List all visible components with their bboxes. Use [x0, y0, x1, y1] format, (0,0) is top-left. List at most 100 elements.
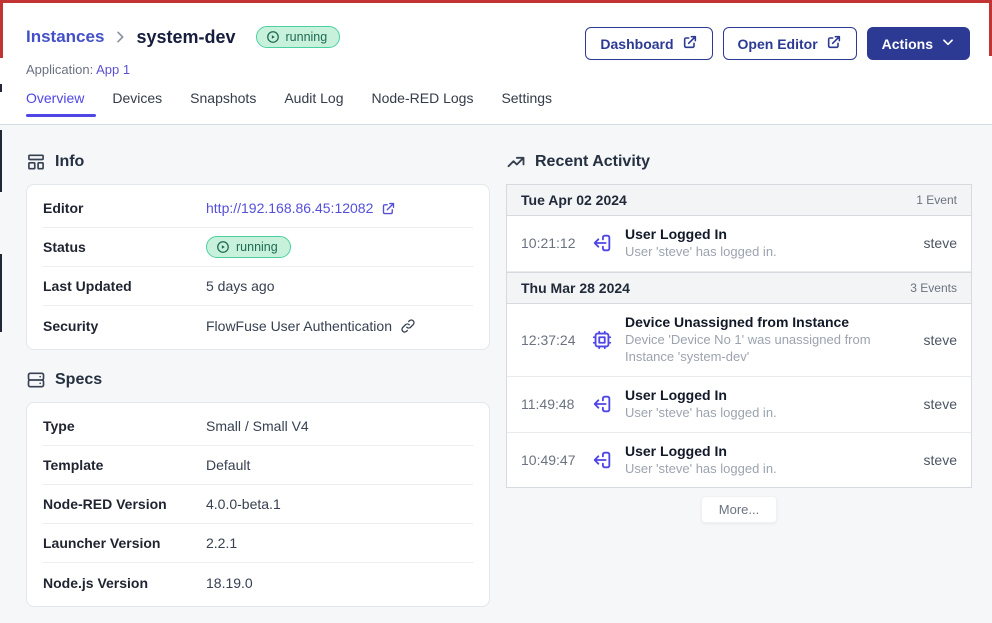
tab-devices[interactable]: Devices: [112, 90, 162, 117]
specs-row-nodejs-version: Node.js Version 18.19.0: [43, 563, 473, 602]
activity-group: Tue Apr 02 2024 1 Event 10:21:12 User Lo…: [507, 185, 971, 272]
status-badge-label: running: [236, 240, 278, 254]
activity-date-header: Tue Apr 02 2024 1 Event: [507, 185, 971, 216]
status-badge-label: running: [286, 30, 328, 44]
activity-event-count: 3 Events: [910, 281, 957, 295]
event-time: 12:37:24: [521, 332, 579, 348]
activity-event-row[interactable]: 10:21:12 User Logged In User 'steve' has…: [507, 216, 971, 272]
tab-settings[interactable]: Settings: [501, 90, 552, 117]
activity-date: Tue Apr 02 2024: [521, 192, 627, 208]
external-link-icon[interactable]: [381, 201, 396, 216]
event-title: User Logged In: [625, 226, 906, 242]
info-row-label: Editor: [43, 200, 206, 216]
activity-date: Thu Mar 28 2024: [521, 280, 630, 296]
specs-row-type: Type Small / Small V4: [43, 407, 473, 446]
recent-activity-title: Recent Activity: [535, 153, 650, 171]
info-section-title: Info: [55, 153, 84, 171]
tab-audit-log[interactable]: Audit Log: [284, 90, 343, 117]
event-user: steve: [924, 396, 957, 412]
event-title: Device Unassigned from Instance: [625, 314, 906, 330]
event-title: User Logged In: [625, 443, 906, 459]
activity-event-row[interactable]: 10:49:47 User Logged In User 'steve' has…: [507, 433, 971, 488]
play-circle-icon: [216, 240, 230, 254]
specs-row-value: Small / Small V4: [206, 418, 473, 434]
specs-row-value: 4.0.0-beta.1: [206, 496, 473, 512]
open-editor-button-label: Open Editor: [738, 36, 818, 52]
open-editor-button[interactable]: Open Editor: [723, 27, 857, 60]
screenshot-edge-artifact: [0, 130, 2, 192]
play-circle-icon: [266, 30, 280, 44]
specs-row-label: Launcher Version: [43, 535, 206, 551]
actions-button-label: Actions: [882, 36, 933, 52]
info-section-heading: Info: [26, 152, 490, 172]
actions-button[interactable]: Actions: [867, 27, 970, 60]
activity-timeline: Tue Apr 02 2024 1 Event 10:21:12 User Lo…: [506, 184, 972, 488]
chevron-down-icon: [941, 35, 955, 52]
event-description: Device 'Device No 1' was unassigned from…: [625, 332, 906, 366]
info-row-last-updated: Last Updated 5 days ago: [43, 267, 473, 306]
info-row-label: Security: [43, 318, 206, 334]
specs-row-label: Type: [43, 418, 206, 434]
specs-row-template: Template Default: [43, 446, 473, 485]
application-line: Application: App 1: [26, 62, 130, 77]
screenshot-edge-artifact: [0, 254, 2, 332]
status-badge: running: [206, 236, 291, 258]
header-buttons: Dashboard Open Editor Actions: [585, 27, 970, 60]
instance-name: system-dev: [136, 27, 235, 48]
login-icon: [591, 393, 613, 415]
page-header: Instances system-dev running Application…: [0, 0, 992, 125]
specs-row-value: 2.2.1: [206, 535, 473, 551]
application-label: Application:: [26, 62, 93, 77]
specs-section-title: Specs: [55, 371, 102, 389]
dashboard-button[interactable]: Dashboard: [585, 27, 712, 60]
info-row-security: Security FlowFuse User Authentication: [43, 306, 473, 345]
security-value: FlowFuse User Authentication: [206, 318, 392, 334]
screenshot-border-top: [0, 0, 992, 3]
dashboard-button-label: Dashboard: [600, 36, 673, 52]
last-updated-value: 5 days ago: [206, 278, 473, 294]
chain-link-icon[interactable]: [400, 318, 416, 334]
event-time: 10:49:47: [521, 452, 579, 468]
activity-date-header: Thu Mar 28 2024 3 Events: [507, 272, 971, 304]
login-icon: [591, 232, 613, 254]
external-link-icon: [682, 34, 698, 53]
editor-url-link[interactable]: http://192.168.86.45:12082: [206, 200, 373, 216]
chip-icon: [591, 329, 613, 351]
info-row-label: Last Updated: [43, 278, 206, 294]
chevron-right-icon: [112, 29, 128, 45]
event-user: steve: [924, 332, 957, 348]
activity-event-row[interactable]: 11:49:48 User Logged In User 'steve' has…: [507, 377, 971, 433]
breadcrumb: Instances system-dev running: [26, 26, 340, 48]
activity-group: Thu Mar 28 2024 3 Events 12:37:24 Device…: [507, 272, 971, 488]
template-icon: [26, 152, 46, 172]
left-column: Info Editor http://192.168.86.45:12082 S…: [26, 152, 490, 623]
info-card: Editor http://192.168.86.45:12082 Status…: [26, 184, 490, 350]
screenshot-edge-artifact: [0, 84, 2, 92]
event-user: steve: [924, 452, 957, 468]
load-more-button[interactable]: More...: [701, 496, 777, 523]
event-description: User 'steve' has logged in.: [625, 244, 906, 261]
event-time: 11:49:48: [521, 396, 579, 412]
status-badge: running: [256, 26, 341, 48]
info-row-editor: Editor http://192.168.86.45:12082: [43, 189, 473, 228]
event-user: steve: [924, 235, 957, 251]
info-row-label: Status: [43, 239, 206, 255]
event-description: User 'steve' has logged in.: [625, 405, 906, 422]
specs-row-label: Node.js Version: [43, 575, 206, 591]
activity-event-row[interactable]: 12:37:24 Device Unassigned from Instance…: [507, 304, 971, 377]
server-icon: [26, 370, 46, 390]
tab-node-red-logs[interactable]: Node-RED Logs: [372, 90, 474, 117]
event-description: User 'steve' has logged in.: [625, 461, 906, 478]
external-link-icon: [826, 34, 842, 53]
tab-overview[interactable]: Overview: [26, 90, 84, 117]
trending-up-icon: [506, 152, 526, 172]
specs-section-heading: Specs: [26, 370, 490, 390]
specs-row-value: Default: [206, 457, 473, 473]
application-link[interactable]: App 1: [96, 62, 130, 77]
tab-snapshots[interactable]: Snapshots: [190, 90, 256, 117]
breadcrumb-instances-link[interactable]: Instances: [26, 27, 104, 47]
specs-card: Type Small / Small V4 Template Default N…: [26, 402, 490, 607]
specs-row-label: Template: [43, 457, 206, 473]
recent-activity-heading: Recent Activity: [506, 152, 972, 172]
event-time: 10:21:12: [521, 235, 579, 251]
